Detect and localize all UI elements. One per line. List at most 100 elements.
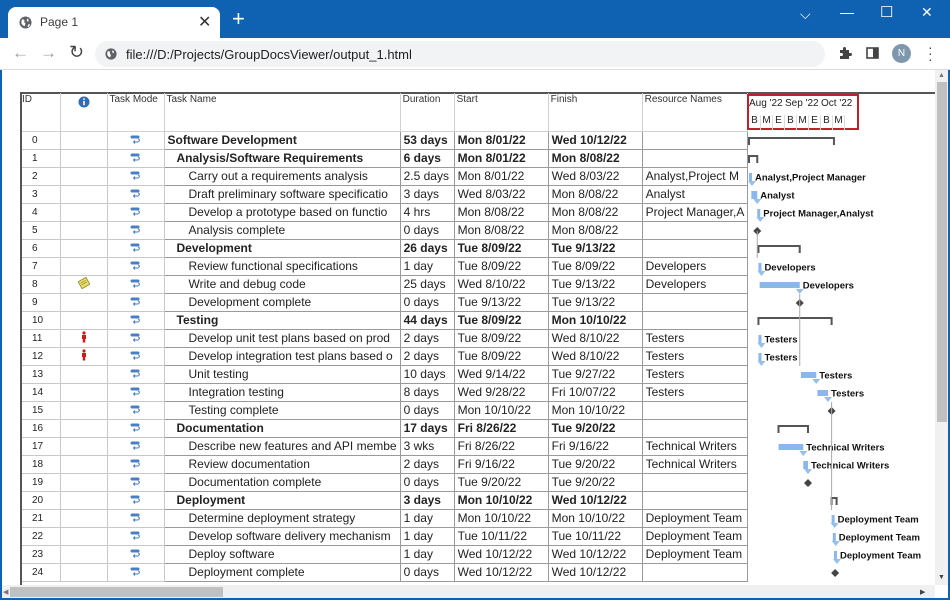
cell-resource-names[interactable] [641, 490, 749, 510]
cell-duration[interactable]: 2 days [399, 454, 455, 474]
cell-task-name[interactable]: Draft preliminary software specificatio [163, 184, 401, 204]
cell-start[interactable]: Tue 10/11/22 [453, 526, 549, 546]
cell-resource-names[interactable]: Analyst,Project M [641, 166, 749, 186]
tab-search-icon[interactable]: ⌵ [800, 6, 811, 23]
cell-finish[interactable]: Tue 9/20/22 [547, 418, 643, 438]
cell-start[interactable]: Mon 8/08/22 [453, 202, 549, 222]
cell-task-name[interactable]: Deployment complete [163, 562, 401, 582]
table-row[interactable]: 14 Integration testing 8 days Wed 9/28/22 Fr… [20, 382, 749, 402]
cell-task-name[interactable]: Describe new features and API membe [163, 436, 401, 456]
cell-resource-names[interactable]: Technical Writers [641, 454, 749, 474]
cell-finish[interactable]: Fri 9/16/22 [547, 436, 643, 456]
cell-duration[interactable]: 3 days [399, 490, 455, 510]
cell-task-name[interactable]: Develop unit test plans based on prod [163, 328, 401, 348]
cell-duration[interactable]: 2.5 days [399, 166, 455, 186]
cell-resource-names[interactable]: Developers [641, 274, 749, 294]
horizontal-scroll-thumb[interactable] [10, 587, 223, 597]
cell-duration[interactable]: 0 days [399, 220, 455, 240]
cell-finish[interactable]: Tue 9/13/22 [547, 274, 643, 294]
cell-task-name[interactable]: Develop a prototype based on functio [163, 202, 401, 222]
cell-duration[interactable]: 2 days [399, 346, 455, 366]
cell-resource-names[interactable]: Deployment Team [641, 544, 749, 564]
table-row[interactable]: 24 Deployment complete 0 days Wed 10/12/22 W… [20, 562, 749, 582]
cell-start[interactable]: Tue 9/13/22 [453, 292, 549, 312]
forward-arrow-icon[interactable]: → [40, 43, 57, 63]
cell-task-name[interactable]: Documentation [163, 418, 401, 438]
cell-finish[interactable]: Fri 10/07/22 [547, 382, 643, 402]
cell-task-name[interactable]: Develop software delivery mechanism [163, 526, 401, 546]
cell-start[interactable]: Tue 8/09/22 [453, 310, 549, 330]
table-row[interactable]: 7 Review functional specifications 1 day Tu… [20, 256, 749, 276]
scroll-up-arrow-icon[interactable]: ▲ [938, 72, 945, 79]
cell-task-name[interactable]: Development complete [163, 292, 401, 312]
vertical-scrollbar[interactable]: ▲ ▼ [935, 70, 948, 585]
cell-duration[interactable]: 17 days [399, 418, 455, 438]
cell-duration[interactable]: 0 days [399, 292, 455, 312]
cell-duration[interactable]: 8 days [399, 382, 455, 402]
col-header-id[interactable]: ID [20, 93, 61, 132]
cell-task-name[interactable]: Develop integration test plans based o [163, 346, 401, 366]
cell-finish[interactable]: Wed 8/10/22 [547, 346, 643, 366]
table-row[interactable]: 20 Deployment 3 days Mon 10/10/22 Wed 10/12/… [20, 490, 749, 510]
table-row[interactable]: 18 Review documentation 2 days Fri 9/16/22 T… [20, 454, 749, 474]
table-row[interactable]: 23 Deploy software 1 day Wed 10/12/22 Wed 10… [20, 544, 749, 564]
cell-start[interactable]: Tue 8/09/22 [453, 346, 549, 366]
cell-duration[interactable]: 1 day [399, 544, 455, 564]
table-row[interactable]: 17 Describe new features and API membe 3 w… [20, 436, 749, 456]
cell-duration[interactable]: 26 days [399, 238, 455, 258]
col-header-start[interactable]: Start [453, 93, 549, 132]
col-header-duration[interactable]: Duration [399, 93, 455, 132]
cell-duration[interactable]: 1 day [399, 508, 455, 528]
cell-duration[interactable]: 53 days [399, 130, 455, 150]
cell-task-name[interactable]: Integration testing [163, 382, 401, 402]
cell-start[interactable]: Tue 8/09/22 [453, 238, 549, 258]
back-arrow-icon[interactable]: ← [12, 43, 29, 63]
cell-duration[interactable]: 3 wks [399, 436, 455, 456]
url-input[interactable] [126, 45, 806, 63]
cell-task-name[interactable]: Write and debug code [163, 274, 401, 294]
horizontal-scrollbar[interactable]: ◀ ▶ [2, 585, 935, 598]
table-row[interactable]: 4 Develop a prototype based on functio 4 h… [20, 202, 749, 222]
cell-finish[interactable]: Mon 10/10/22 [547, 310, 643, 330]
close-window-icon[interactable]: ✕ [921, 4, 933, 21]
cell-task-name[interactable]: Determine deployment strategy [163, 508, 401, 528]
cell-start[interactable]: Wed 9/14/22 [453, 364, 549, 384]
cell-duration[interactable]: 0 days [399, 472, 455, 492]
kebab-menu-icon[interactable]: · · · [928, 40, 933, 66]
cell-task-name[interactable]: Deployment [163, 490, 401, 510]
cell-start[interactable]: Wed 9/28/22 [453, 382, 549, 402]
cell-task-name[interactable]: Development [163, 238, 401, 258]
table-row[interactable]: 13 Unit testing 10 days Wed 9/14/22 Tue 9/27… [20, 364, 749, 384]
table-row[interactable]: 22 Develop software delivery mechanism 1 d… [20, 526, 749, 546]
cell-finish[interactable]: Wed 8/10/22 [547, 328, 643, 348]
col-header-info[interactable] [59, 93, 108, 132]
table-row[interactable]: 9 Development complete 0 days Tue 9/13/22 Tu… [20, 292, 749, 312]
cell-start[interactable]: Wed 10/12/22 [453, 544, 549, 564]
table-row[interactable]: 8 Write and debug code 25 days Wed 8/10/22 T… [20, 274, 749, 294]
cell-resource-names[interactable] [641, 292, 749, 312]
cell-resource-names[interactable]: Testers [641, 364, 749, 384]
table-row[interactable]: 5 Analysis complete 0 days Mon 8/08/22 Mon 8… [20, 220, 749, 240]
table-row[interactable]: 2 Carry out a requirements analysis 2.5 da… [20, 166, 749, 186]
minimize-icon[interactable]: — [840, 4, 854, 20]
cell-resource-names[interactable] [641, 238, 749, 258]
cell-resource-names[interactable]: Project Manager,A [641, 202, 749, 222]
cell-task-name[interactable]: Testing complete [163, 400, 401, 420]
cell-task-name[interactable]: Review documentation [163, 454, 401, 474]
vertical-scroll-thumb[interactable] [937, 82, 947, 422]
cell-start[interactable]: Mon 8/08/22 [453, 220, 549, 240]
cell-finish[interactable]: Tue 10/11/22 [547, 526, 643, 546]
scroll-right-arrow-icon[interactable]: ▶ [920, 588, 925, 596]
profile-avatar[interactable]: N [892, 44, 911, 63]
cell-start[interactable]: Tue 9/20/22 [453, 472, 549, 492]
cell-resource-names[interactable]: Testers [641, 382, 749, 402]
side-panel-icon[interactable] [866, 47, 879, 59]
site-info-icon[interactable] [105, 48, 117, 60]
cell-start[interactable]: Tue 8/09/22 [453, 328, 549, 348]
cell-duration[interactable]: 3 days [399, 184, 455, 204]
table-row[interactable]: 12 Develop integration test plans based o… [20, 346, 749, 366]
cell-start[interactable]: Mon 10/10/22 [453, 508, 549, 528]
table-row[interactable]: 19 Documentation complete 0 days Tue 9/20/2… [20, 472, 749, 492]
cell-duration[interactable]: 2 days [399, 328, 455, 348]
cell-resource-names[interactable]: Deployment Team [641, 508, 749, 528]
